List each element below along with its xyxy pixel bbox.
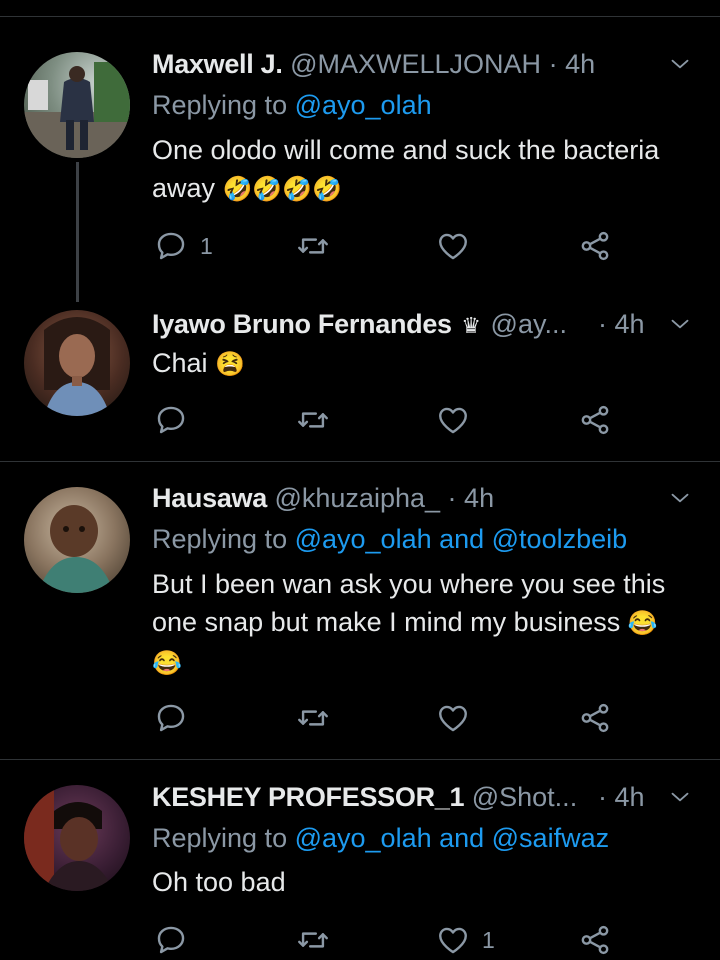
like-button[interactable] bbox=[436, 698, 470, 738]
reply-count: 1 bbox=[200, 232, 213, 259]
tweet-text: But I been wan ask you where you see thi… bbox=[152, 565, 672, 683]
replying-to: Replying to @ayo_olah bbox=[152, 89, 432, 121]
tweet-divider bbox=[0, 759, 720, 760]
avatar[interactable] bbox=[24, 487, 130, 593]
thread-connector bbox=[76, 162, 79, 302]
chevron-down-icon[interactable] bbox=[670, 54, 690, 74]
avatar[interactable] bbox=[24, 52, 130, 158]
reply-icon bbox=[154, 403, 188, 437]
crown-badge: ♛ bbox=[461, 313, 482, 338]
like-button[interactable] bbox=[436, 226, 470, 266]
separator: · bbox=[447, 483, 457, 513]
tweet-actions: 1 bbox=[150, 920, 630, 960]
tweet-time[interactable]: 4h bbox=[615, 309, 645, 339]
author-handle[interactable]: @ay... bbox=[491, 309, 567, 339]
replying-label: Replying to bbox=[152, 823, 295, 853]
tweet-actions: 1 bbox=[150, 226, 630, 266]
share-icon bbox=[578, 923, 612, 957]
tweet-header: Maxwell J. @MAXWELLJONAH · 4h bbox=[152, 48, 632, 80]
avatar-image bbox=[24, 785, 114, 891]
avatar[interactable] bbox=[24, 785, 130, 891]
like-count: 1 bbox=[482, 926, 495, 953]
reply-icon bbox=[154, 229, 188, 263]
share-icon bbox=[578, 701, 612, 735]
separator: · bbox=[598, 782, 607, 812]
reply-mention[interactable]: @ayo_olah and @toolzbeib bbox=[295, 524, 628, 554]
tweet-text-content: But I been wan ask you where you see thi… bbox=[152, 569, 666, 637]
share-button[interactable] bbox=[578, 920, 612, 960]
avatar-image bbox=[38, 505, 114, 593]
author-handle[interactable]: @Shot... bbox=[472, 782, 577, 812]
replying-to: Replying to @ayo_olah and @toolzbeib bbox=[152, 523, 627, 555]
time-group: · 4h bbox=[598, 781, 645, 813]
tweet-time[interactable]: 4h bbox=[615, 782, 645, 812]
author-name[interactable]: Hausawa bbox=[152, 483, 267, 513]
tweet-header: Hausawa @khuzaipha_ · 4h bbox=[152, 482, 632, 514]
tweet-divider bbox=[0, 461, 720, 462]
retweet-icon bbox=[296, 923, 330, 957]
reply-mention[interactable]: @ayo_olah and @saifwaz bbox=[295, 823, 610, 853]
top-divider bbox=[0, 16, 720, 17]
reply-icon bbox=[154, 923, 188, 957]
retweet-icon bbox=[296, 701, 330, 735]
author-handle[interactable]: @MAXWELLJONAH bbox=[290, 49, 541, 79]
share-button[interactable] bbox=[578, 400, 612, 440]
tweet-text: Chai 😫 bbox=[152, 344, 692, 384]
chevron-down-icon[interactable] bbox=[670, 314, 690, 334]
retweet-button[interactable] bbox=[296, 400, 330, 440]
tweet-text-content: Chai bbox=[152, 348, 208, 378]
emoji-rofl: 🤣🤣🤣🤣 bbox=[222, 176, 343, 203]
replying-label: Replying to bbox=[152, 524, 295, 554]
tweet-text: Oh too bad bbox=[152, 863, 692, 901]
tweet-time[interactable]: 4h bbox=[565, 49, 595, 79]
tweet-actions bbox=[150, 698, 630, 738]
reply-button[interactable] bbox=[154, 920, 188, 960]
avatar-image bbox=[44, 317, 110, 416]
share-button[interactable] bbox=[578, 226, 612, 266]
retweet-button[interactable] bbox=[296, 920, 330, 960]
tweet-text-content: Oh too bad bbox=[152, 867, 286, 897]
reply-mention[interactable]: @ayo_olah bbox=[295, 90, 432, 120]
retweet-icon bbox=[296, 229, 330, 263]
chevron-down-icon[interactable] bbox=[670, 488, 690, 508]
reply-icon bbox=[154, 701, 188, 735]
share-icon bbox=[578, 229, 612, 263]
replying-label: Replying to bbox=[152, 90, 295, 120]
retweet-button[interactable] bbox=[296, 226, 330, 266]
author-name[interactable]: Maxwell J. bbox=[152, 49, 283, 79]
tweet-text: One olodo will come and suck the bacteri… bbox=[152, 131, 692, 209]
tweet-header: KESHEY PROFESSOR_1 @Shot... bbox=[152, 781, 600, 813]
reply-button[interactable] bbox=[154, 400, 188, 440]
like-icon bbox=[436, 403, 470, 437]
tweet-time[interactable]: 4h bbox=[464, 483, 494, 513]
replying-to: Replying to @ayo_olah and @saifwaz bbox=[152, 822, 609, 854]
reply-button[interactable]: 1 bbox=[154, 226, 213, 266]
author-name[interactable]: KESHEY PROFESSOR_1 bbox=[152, 782, 465, 812]
avatar[interactable] bbox=[24, 310, 130, 416]
separator: · bbox=[598, 309, 607, 339]
share-button[interactable] bbox=[578, 698, 612, 738]
separator: · bbox=[548, 49, 558, 79]
reply-button[interactable] bbox=[154, 698, 188, 738]
like-button[interactable] bbox=[436, 400, 470, 440]
share-icon bbox=[578, 403, 612, 437]
author-handle[interactable]: @khuzaipha_ bbox=[274, 483, 440, 513]
like-button[interactable]: 1 bbox=[436, 920, 495, 960]
retweet-button[interactable] bbox=[296, 698, 330, 738]
tweet-header: Iyawo Bruno Fernandes ♛ @ay... bbox=[152, 308, 600, 340]
author-name[interactable]: Iyawo Bruno Fernandes bbox=[152, 309, 452, 339]
retweet-icon bbox=[296, 403, 330, 437]
like-icon bbox=[436, 701, 470, 735]
emoji-tired-face: 😫 bbox=[215, 351, 245, 378]
chevron-down-icon[interactable] bbox=[670, 787, 690, 807]
like-icon bbox=[436, 923, 470, 957]
avatar-image bbox=[24, 62, 130, 158]
like-icon bbox=[436, 229, 470, 263]
time-group: · 4h bbox=[598, 308, 645, 340]
tweet-actions bbox=[150, 400, 630, 440]
